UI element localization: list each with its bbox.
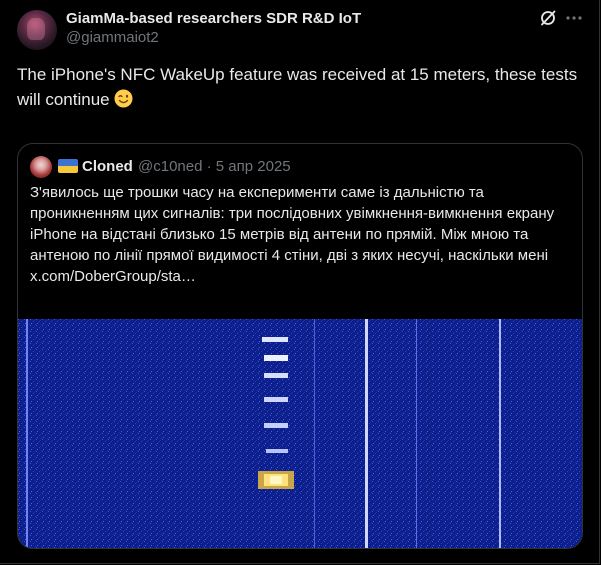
quoted-author-name[interactable]: Cloned [82,157,133,177]
tweet-text: The iPhone's NFC WakeUp feature was rece… [17,62,587,112]
author-handle[interactable]: @giammaiot2 [66,28,361,48]
waterfall-spectrogram-image[interactable] [18,319,582,548]
author-avatar[interactable] [17,10,57,50]
tweet-text-body: The iPhone's NFC WakeUp feature was rece… [17,65,578,109]
quoted-text: З'явилось ще трошки часу на експерименти… [30,184,555,285]
quoted-meta: @c10ned · 5 апр 2025 [138,157,291,177]
author-display-name[interactable]: GiamMa-based researchers SDR R&D IoT [66,10,361,28]
quoted-author-avatar[interactable] [30,156,52,178]
tweet-card: GiamMa-based researchers SDR R&D IoT @gi… [0,0,600,564]
quoted-tweet[interactable]: Cloned @c10ned · 5 апр 2025 З'явилось ще… [17,143,583,549]
winking-face-icon [114,89,133,108]
quoted-author-handle[interactable]: @c10ned [138,158,202,175]
meta-separator: · [206,158,212,175]
more-options-icon[interactable] [565,9,583,27]
tweet-header: GiamMa-based researchers SDR R&D IoT @gi… [66,10,361,48]
ukraine-flag-icon [58,159,78,173]
quoted-date[interactable]: 5 апр 2025 [216,158,291,175]
grok-icon[interactable] [539,9,557,27]
